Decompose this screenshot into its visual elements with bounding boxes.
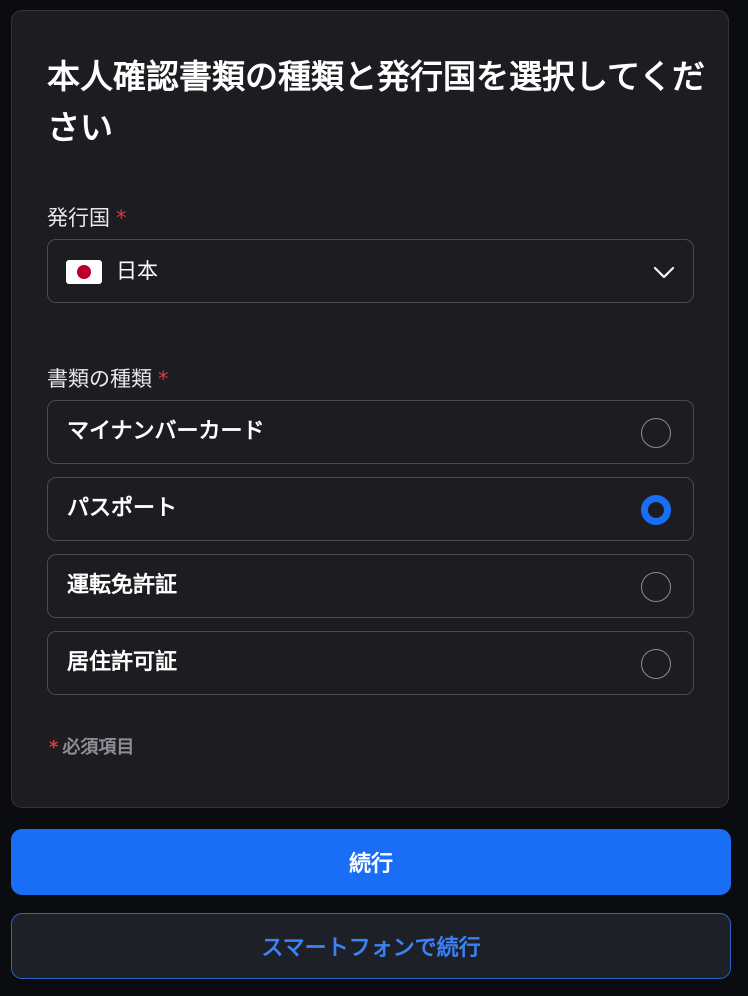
required-fields-note: * 必須項目 xyxy=(49,735,134,761)
option-label: 居住許可証 xyxy=(67,650,178,675)
country-label-text: 発行国 xyxy=(47,206,110,230)
doc-option-my-number-card[interactable]: マイナンバーカード xyxy=(47,400,694,464)
required-note-text: 必須項目 xyxy=(62,737,135,758)
doc-type-field-label: 書類の種類 * xyxy=(47,365,169,393)
option-label: マイナンバーカード xyxy=(67,419,265,444)
option-label: パスポート xyxy=(67,496,178,521)
doc-option-passport[interactable]: パスポート xyxy=(47,477,694,541)
japan-flag-icon xyxy=(66,260,102,284)
required-asterisk: * xyxy=(116,206,127,230)
continue-on-smartphone-button[interactable]: スマートフォンで続行 xyxy=(11,913,731,979)
id-document-form-card: 本人確認書類の種類と発行国を選択してください 発行国 * 日本 書類の種類 * マイ… xyxy=(11,10,729,808)
page-title: 本人確認書類の種類と発行国を選択してください xyxy=(47,57,706,147)
doc-type-label-text: 書類の種類 xyxy=(47,367,152,391)
required-asterisk: * xyxy=(49,737,59,758)
option-label: 運転免許証 xyxy=(67,573,178,598)
chevron-down-icon xyxy=(653,266,675,279)
radio-unselected[interactable] xyxy=(641,572,671,602)
country-field-label: 発行国 * xyxy=(47,204,127,232)
country-select[interactable]: 日本 xyxy=(47,239,694,303)
country-select-value: 日本 xyxy=(116,259,158,283)
required-asterisk: * xyxy=(158,367,169,391)
radio-selected[interactable] xyxy=(641,495,671,525)
doc-option-residence-permit[interactable]: 居住許可証 xyxy=(47,631,694,695)
radio-unselected[interactable] xyxy=(641,649,671,679)
continue-button[interactable]: 続行 xyxy=(11,829,731,895)
radio-unselected[interactable] xyxy=(641,418,671,448)
doc-option-drivers-license[interactable]: 運転免許証 xyxy=(47,554,694,618)
